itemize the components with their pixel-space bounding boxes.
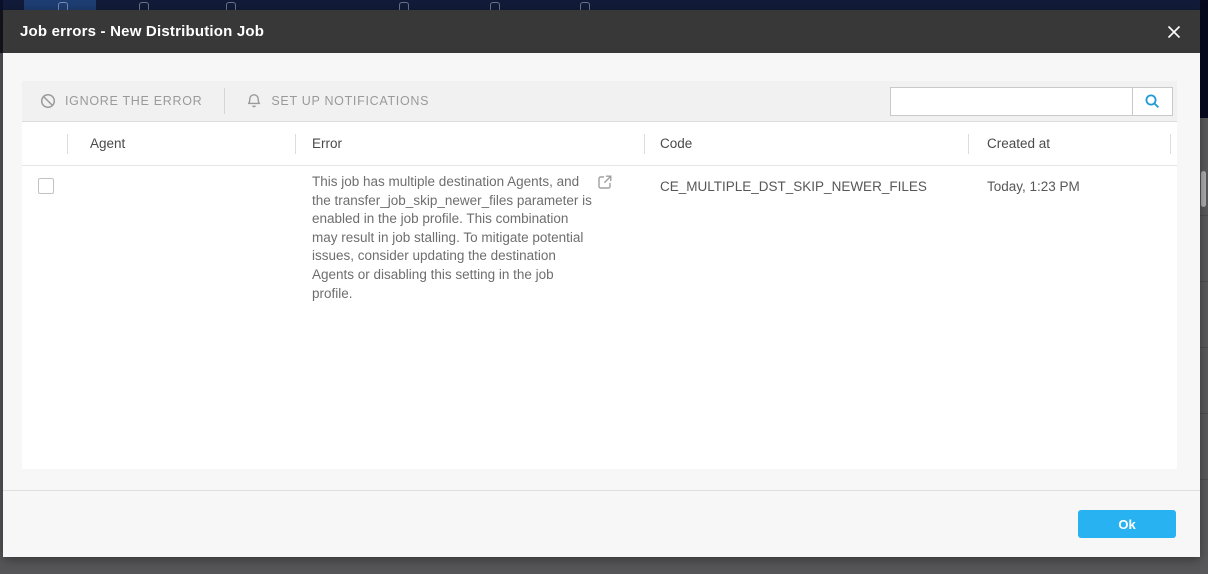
column-header-code: Code (660, 136, 692, 151)
search-button[interactable] (1132, 88, 1172, 115)
background-top-nav (0, 0, 1208, 10)
job-errors-dialog: Job errors - New Distribution Job IGNORE… (3, 10, 1200, 557)
dialog-title: Job errors - New Distribution Job (20, 23, 264, 40)
transfers-icon (578, 2, 592, 10)
top-nav-active-tab (24, 0, 96, 10)
toolbar-divider (224, 88, 225, 114)
agents-icon (56, 2, 70, 10)
set-up-notifications-button[interactable]: SET UP NOTIFICATIONS (246, 93, 429, 109)
created-at-cell: Today, 1:23 PM (987, 179, 1080, 194)
error-cell: This job has multiple destination Agents… (312, 173, 596, 303)
code-cell: CE_MULTIPLE_DST_SKIP_NEWER_FILES (660, 179, 927, 194)
column-header-created: Created at (987, 136, 1050, 151)
search-box (890, 87, 1173, 116)
reports-icon (397, 2, 411, 10)
column-header-agent: Agent (90, 136, 125, 151)
top-nav-shadow (0, 0, 3, 10)
footer-divider (3, 490, 1200, 491)
bell-icon (246, 93, 262, 109)
ok-button[interactable]: Ok (1078, 510, 1176, 538)
column-header-error: Error (312, 136, 342, 151)
background-page-edge (1200, 0, 1208, 574)
errors-panel: IGNORE THE ERROR SET UP NOTIFICATIONS (22, 81, 1177, 469)
organization-icon (137, 2, 151, 10)
ignore-error-button[interactable]: IGNORE THE ERROR (40, 93, 202, 109)
close-icon[interactable] (1166, 24, 1182, 40)
table-header: Agent Error Code Created at (22, 122, 1177, 166)
search-icon (1144, 93, 1161, 110)
row-checkbox[interactable] (38, 178, 54, 194)
set-up-notifications-label: SET UP NOTIFICATIONS (271, 94, 429, 108)
users-icon (224, 2, 238, 10)
page-scrollbar-thumb[interactable] (1201, 171, 1206, 207)
dialog-header: Job errors - New Distribution Job (3, 10, 1200, 53)
errors-toolbar: IGNORE THE ERROR SET UP NOTIFICATIONS (22, 81, 1177, 122)
jobs-icon (488, 2, 502, 10)
search-input[interactable] (891, 88, 1132, 115)
external-link-icon[interactable] (597, 174, 613, 190)
ban-icon (40, 93, 56, 109)
ignore-error-label: IGNORE THE ERROR (65, 94, 202, 108)
